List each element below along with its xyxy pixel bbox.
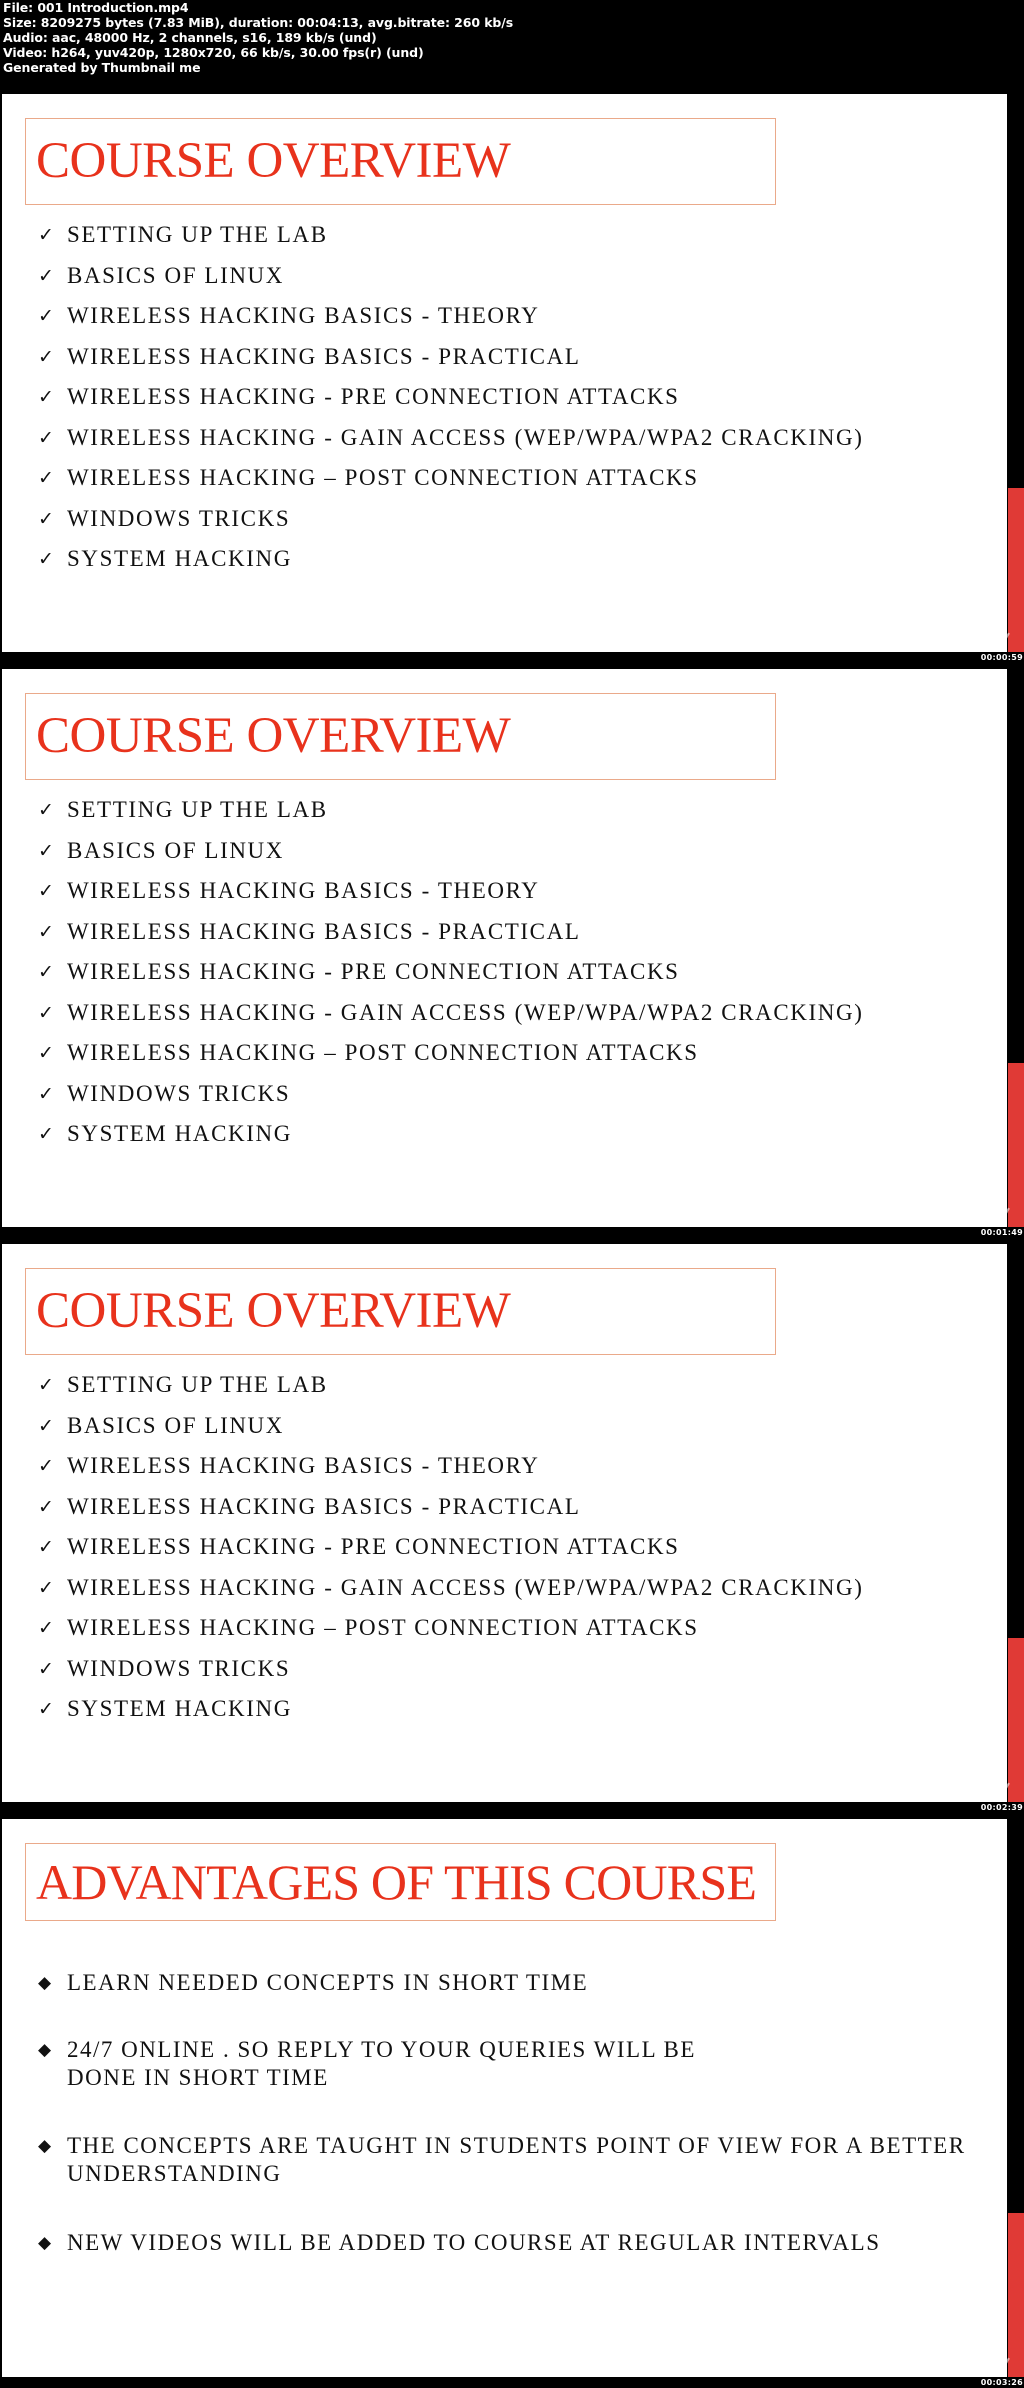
slide-title: COURSE OVERVIEW <box>36 1283 511 1339</box>
slide: COURSE OVERVIEW ✓ SETTING UP THE LAB ✓ BAS… <box>2 94 1007 652</box>
list-item: ✓ WIRELESS HACKING - PRE CONNECTION ATTAC… <box>38 1533 863 1574</box>
check-icon: ✓ <box>38 345 54 368</box>
overview-list: ✓ SETTING UP THE LAB ✓ BASICS OF LINUX ✓ WI… <box>38 796 863 1161</box>
check-icon: ✓ <box>38 880 54 902</box>
list-item: ✓ BASICS OF LINUX <box>38 1412 863 1453</box>
check-icon: ✓ <box>38 1414 54 1437</box>
list-item: ✓ WIRELESS HACKING BASICS - PRACTICAL <box>38 918 863 959</box>
list-item: ✓ WIRELESS HACKING BASICS - THEORY <box>38 302 863 343</box>
slide-title: COURSE OVERVIEW <box>36 708 511 764</box>
title-box: COURSE OVERVIEW <box>25 118 776 205</box>
frame-timestamp: 00:00:59 <box>980 653 1023 662</box>
red-accent-bar <box>1008 1063 1024 1227</box>
list-item: ✓ BASICS OF LINUX <box>38 837 863 878</box>
slide-side-strip <box>1007 1819 1024 2377</box>
slide-title: COURSE OVERVIEW <box>36 133 511 189</box>
slide: COURSE OVERVIEW ✓ SETTING UP THE LAB ✓ BAS… <box>2 1244 1007 1802</box>
check-icon: ✓ <box>38 1082 54 1105</box>
check-icon: ✓ <box>38 264 54 287</box>
frame-timestamp: 00:01:49 <box>980 1228 1023 1237</box>
video-info: Video: h264, yuv420p, 1280x720, 66 kb/s,… <box>3 45 424 60</box>
file-name: File: 001 Introduction.mp4 <box>3 0 189 15</box>
list-item: ◆ 24/7 ONLINE . SO REPLY TO YOUR QUERIES… <box>38 2037 696 2090</box>
list-item: ✓ SETTING UP THE LAB <box>38 796 863 837</box>
title-box: COURSE OVERVIEW <box>25 693 776 780</box>
check-icon: ✓ <box>38 1657 54 1680</box>
check-icon: ✓ <box>38 839 54 862</box>
thumbnail-frame-2[interactable]: COURSE OVERVIEW ✓ SETTING UP THE LAB ✓ BAS… <box>2 669 1024 1237</box>
check-icon: ✓ <box>38 224 54 246</box>
overview-list: ✓ SETTING UP THE LAB ✓ BASICS OF LINUX ✓ WI… <box>38 221 863 586</box>
overview-list: ✓ SETTING UP THE LAB ✓ BASICS OF LINUX ✓ WI… <box>38 1371 863 1736</box>
check-icon: ✓ <box>38 1698 54 1720</box>
check-icon: ✓ <box>38 920 54 943</box>
diamond-bullet-icon: ◆ <box>38 2040 52 2060</box>
diamond-bullet-icon: ◆ <box>38 1973 52 1993</box>
check-icon: ✓ <box>38 305 54 327</box>
video-info-header: File: 001 Introduction.mp4 Size: 8209275… <box>3 0 513 75</box>
list-item: ✓ WINDOWS TRICKS <box>38 1655 863 1696</box>
diamond-bullet-icon: ◆ <box>38 2136 52 2156</box>
slide: COURSE OVERVIEW ✓ SETTING UP THE LAB ✓ BAS… <box>2 669 1007 1227</box>
list-item: ✓ WIRELESS HACKING – POST CONNECTION ATTA… <box>38 1039 863 1080</box>
check-icon: ✓ <box>38 386 54 408</box>
list-item: ✓ WINDOWS TRICKS <box>38 505 863 546</box>
list-item: ✓ SETTING UP THE LAB <box>38 221 863 262</box>
check-icon: ✓ <box>38 507 54 530</box>
list-item: ✓ WIRELESS HACKING - GAIN ACCESS (WEP/WPA… <box>38 999 863 1040</box>
file-size-duration: Size: 8209275 bytes (7.83 MiB), duration… <box>3 15 514 30</box>
check-icon: ✓ <box>38 467 54 489</box>
slide-side-strip <box>1007 94 1024 652</box>
red-accent-bar <box>1008 488 1024 652</box>
list-item: ◆ NEW VIDEOS WILL BE ADDED TO COURSE AT … <box>38 2230 881 2255</box>
list-item: ✓ WIRELESS HACKING - GAIN ACCESS (WEP/WPA… <box>38 424 863 465</box>
check-icon: ✓ <box>38 1495 54 1518</box>
slide-side-strip <box>1007 669 1024 1227</box>
title-box: COURSE OVERVIEW <box>25 1268 776 1355</box>
list-item: ◆ LEARN NEEDED CONCEPTS IN SHORT TIME <box>38 1970 589 1995</box>
check-icon: ✓ <box>38 1455 54 1477</box>
list-item: ✓ WIRELESS HACKING – POST CONNECTION ATTA… <box>38 1614 863 1655</box>
list-item: ✓ SETTING UP THE LAB <box>38 1371 863 1412</box>
list-item: ✓ BASICS OF LINUX <box>38 262 863 303</box>
check-icon: ✓ <box>38 799 54 821</box>
list-item: ✓ WINDOWS TRICKS <box>38 1080 863 1121</box>
list-item: ✓ WIRELESS HACKING BASICS - PRACTICAL <box>38 343 863 384</box>
slide-side-strip <box>1007 1244 1024 1802</box>
diamond-bullet-icon: ◆ <box>38 2233 52 2253</box>
thumbnail-frame-3[interactable]: COURSE OVERVIEW ✓ SETTING UP THE LAB ✓ BAS… <box>2 1244 1024 1812</box>
list-item: ✓ WIRELESS HACKING - PRE CONNECTION ATTAC… <box>38 383 863 424</box>
frame-timestamp: 00:03:26 <box>980 2378 1023 2387</box>
frame-timestamp: 00:02:39 <box>980 1803 1023 1812</box>
slide: ADVANTAGES OF THIS COURSE ◆ LEARN NEEDED… <box>2 1819 1007 2377</box>
red-accent-bar <box>1008 1638 1024 1802</box>
title-box: ADVANTAGES OF THIS COURSE <box>25 1843 776 1921</box>
list-item: ✓ WIRELESS HACKING BASICS - THEORY <box>38 877 863 918</box>
check-icon: ✓ <box>38 1001 54 1024</box>
list-item: ✓ WIRELESS HACKING BASICS - THEORY <box>38 1452 863 1493</box>
check-icon: ✓ <box>38 426 54 449</box>
list-item: ✓ SYSTEM HACKING <box>38 545 863 586</box>
list-item: ✓ WIRELESS HACKING – POST CONNECTION ATTA… <box>38 464 863 505</box>
audio-info: Audio: aac, 48000 Hz, 2 channels, s16, 1… <box>3 30 377 45</box>
check-icon: ✓ <box>38 548 54 570</box>
list-item: ✓ SYSTEM HACKING <box>38 1120 863 1161</box>
check-icon: ✓ <box>38 1374 54 1396</box>
check-icon: ✓ <box>38 1576 54 1599</box>
thumbnail-frame-1[interactable]: COURSE OVERVIEW ✓ SETTING UP THE LAB ✓ BAS… <box>2 94 1024 662</box>
check-icon: ✓ <box>38 961 54 983</box>
thumbnail-frame-4[interactable]: ADVANTAGES OF THIS COURSE ◆ LEARN NEEDED… <box>2 1819 1024 2387</box>
check-icon: ✓ <box>38 1123 54 1145</box>
list-item: ✓ WIRELESS HACKING BASICS - PRACTICAL <box>38 1493 863 1534</box>
check-icon: ✓ <box>38 1617 54 1639</box>
slide-title: ADVANTAGES OF THIS COURSE <box>36 1854 757 1910</box>
check-icon: ✓ <box>38 1536 54 1558</box>
list-item: ✓ WIRELESS HACKING - PRE CONNECTION ATTAC… <box>38 958 863 999</box>
list-item: ◆ THE CONCEPTS ARE TAUGHT IN STUDENTS PO… <box>38 2133 966 2186</box>
red-accent-bar <box>1008 2213 1024 2377</box>
generator-credit: Generated by Thumbnail me <box>3 60 201 75</box>
list-item: ✓ SYSTEM HACKING <box>38 1695 863 1736</box>
list-item: ✓ WIRELESS HACKING - GAIN ACCESS (WEP/WPA… <box>38 1574 863 1615</box>
check-icon: ✓ <box>38 1042 54 1064</box>
